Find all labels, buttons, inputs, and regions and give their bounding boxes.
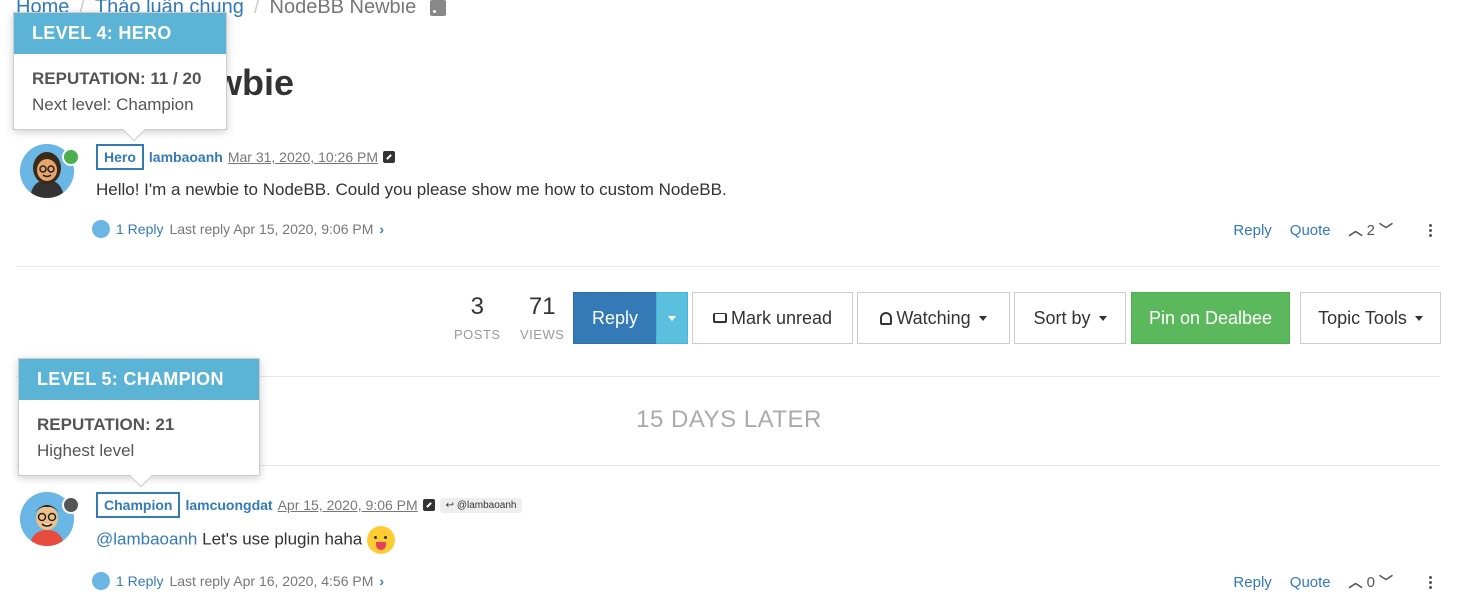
tooltip-header: LEVEL 5: CHAMPION (19, 359, 259, 400)
inbox-icon (712, 313, 727, 323)
caret-down-icon (668, 315, 676, 321)
replies-link[interactable]: 1 Reply (116, 573, 163, 589)
vote-control: ︿ 0 ﹀ (1349, 572, 1393, 592)
level-tooltip: LEVEL 5: CHAMPION REPUTATION: 21 Highest… (18, 358, 260, 488)
vote-count: 2 (1366, 221, 1375, 239)
edit-icon[interactable] (422, 499, 435, 511)
post-timestamp[interactable]: Mar 31, 2020, 10:26 PM (228, 149, 378, 165)
online-status-icon (62, 148, 80, 166)
tooltip-header: LEVEL 4: HERO (14, 13, 226, 54)
downvote-icon[interactable]: ﹀ (1379, 220, 1393, 240)
post: Champion lamcuongdat Apr 15, 2020, 9:06 … (16, 488, 1442, 603)
mark-unread-button[interactable]: Mark unread (692, 292, 853, 344)
reply-to-user: @lambaoanh (456, 499, 517, 511)
upvote-icon[interactable]: ︿ (1349, 220, 1363, 240)
vote-count: 0 (1366, 573, 1375, 591)
mention-link[interactable]: @lambaoanh (96, 529, 197, 548)
avatar[interactable] (92, 220, 110, 238)
tooltip-body: REPUTATION: 11 / 20 Next level: Champion (14, 54, 226, 129)
user-badge[interactable]: Hero (96, 144, 144, 170)
reply-to-tag[interactable]: ↩ @lambaoanh (439, 497, 523, 513)
tooltip-note: Next level: Champion (32, 94, 194, 114)
reply-button[interactable]: Reply (1233, 574, 1271, 591)
reply-arrow-icon: ↩ (445, 499, 455, 511)
posts-count: 3 (470, 293, 484, 320)
tooltip-reputation: REPUTATION: 11 / 20 (32, 69, 202, 88)
caret-down-icon (978, 315, 987, 321)
caret-down-icon (1414, 315, 1423, 321)
post-actions: Reply Quote ︿ 2 ﹀ (1233, 220, 1432, 240)
chevron-right-icon[interactable]: › (379, 573, 384, 589)
reply-button[interactable]: Reply (1233, 222, 1271, 239)
more-options-icon[interactable] (1429, 575, 1432, 589)
chevron-right-icon[interactable]: › (379, 221, 384, 237)
tooltip-note: Highest level (37, 440, 135, 460)
topic-reply-button[interactable]: Reply (573, 292, 657, 344)
posts-stat: 3 POSTS (454, 293, 501, 342)
views-count: 71 (528, 293, 556, 320)
downvote-icon[interactable]: ﹀ (1379, 572, 1393, 592)
post-meta: Champion lamcuongdat Apr 15, 2020, 9:06 … (96, 492, 523, 518)
vote-control: ︿ 2 ﹀ (1349, 220, 1393, 240)
last-reply-text: Last reply Apr 16, 2020, 4:56 PM (169, 573, 374, 589)
views-label: VIEWS (520, 327, 565, 342)
tooltip-reputation: REPUTATION: 21 (37, 415, 175, 434)
user-badge[interactable]: Champion (96, 492, 181, 518)
sort-by-button[interactable]: Sort by (1014, 292, 1126, 344)
topic-reply-label: Reply (591, 307, 639, 328)
posts-label: POSTS (454, 327, 501, 342)
post-timestamp[interactable]: Apr 15, 2020, 9:06 PM (278, 497, 418, 513)
more-options-icon[interactable] (1429, 223, 1432, 237)
post-text: Let's use plugin haha (197, 529, 367, 549)
topic-tools-button[interactable]: Topic Tools (1300, 292, 1441, 344)
last-reply-text: Last reply Apr 15, 2020, 9:06 PM (169, 221, 374, 237)
edit-icon[interactable] (383, 151, 396, 163)
rss-icon[interactable] (430, 0, 447, 16)
post-content: @lambaoanh Let's use plugin haha (96, 526, 395, 554)
divider (16, 266, 1440, 267)
reply-options-toggle[interactable] (656, 292, 688, 344)
post-username[interactable]: lamcuongdat (185, 497, 272, 513)
sort-by-label: Sort by (1033, 307, 1091, 328)
replies-link[interactable]: 1 Reply (116, 221, 163, 237)
views-stat: 71 VIEWS (520, 293, 564, 342)
bell-icon (880, 311, 893, 325)
tooltip-body: REPUTATION: 21 Highest level (19, 400, 259, 475)
pin-label: Pin on Dealbee (1148, 307, 1273, 328)
tongue-emoji-icon (366, 526, 395, 554)
post-content: Hello! I'm a newbie to NodeBB. Could you… (96, 180, 727, 199)
upvote-icon[interactable]: ︿ (1349, 572, 1363, 592)
watching-button[interactable]: Watching (857, 292, 1010, 344)
post-replies: 1 Reply Last reply Apr 16, 2020, 4:56 PM… (92, 572, 384, 590)
mark-unread-label: Mark unread (730, 307, 833, 328)
quote-button[interactable]: Quote (1290, 574, 1331, 591)
offline-status-icon (62, 496, 80, 514)
avatar[interactable] (92, 572, 110, 590)
post-replies: 1 Reply Last reply Apr 15, 2020, 9:06 PM… (92, 220, 384, 238)
post: Hero lambaoanh Mar 31, 2020, 10:26 PM He… (16, 140, 1442, 250)
breadcrumb-current: NodeBB Newbie (269, 0, 417, 18)
caret-down-icon (1098, 315, 1107, 321)
watching-label: Watching (896, 307, 971, 328)
post-meta: Hero lambaoanh Mar 31, 2020, 10:26 PM (96, 144, 396, 170)
level-tooltip: LEVEL 4: HERO REPUTATION: 11 / 20 Next l… (13, 12, 227, 142)
pin-on-dealbee-button[interactable]: Pin on Dealbee (1131, 292, 1290, 344)
topic-tools-label: Topic Tools (1318, 307, 1407, 328)
breadcrumb-separator: / (253, 0, 260, 18)
post-actions: Reply Quote ︿ 0 ﹀ (1233, 572, 1432, 592)
quote-button[interactable]: Quote (1290, 222, 1331, 239)
post-username[interactable]: lambaoanh (149, 149, 223, 165)
